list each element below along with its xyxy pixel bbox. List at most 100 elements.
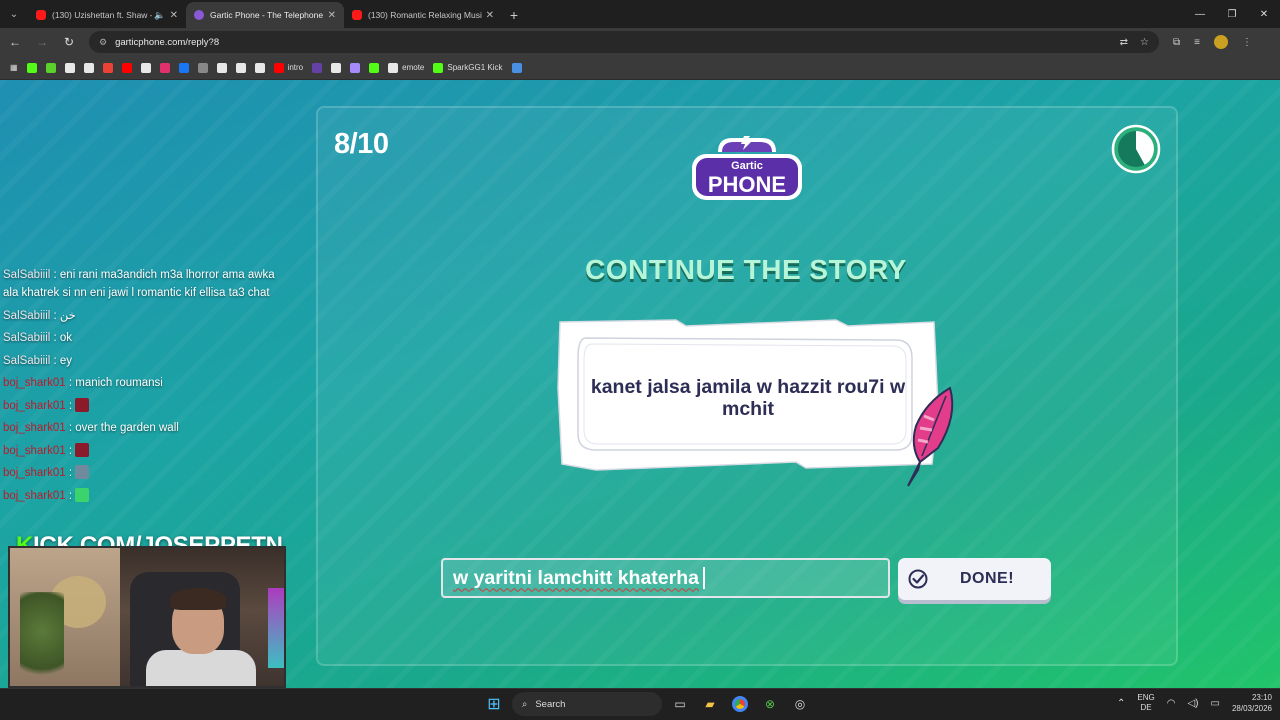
bookmark-item[interactable]: emote	[386, 60, 426, 76]
chat-message: SalSabiiil : خن	[3, 307, 283, 325]
browser-menu-icon[interactable]: ⋮	[1242, 37, 1252, 48]
back-arrow-icon[interactable]: ←	[3, 30, 27, 54]
round-counter: 8/10	[334, 128, 389, 160]
tab-title: Gartic Phone - The Telephone G	[210, 10, 324, 20]
web-page: 8/10 Gartic PHONE CONTINUE THE STORY kan…	[0, 80, 1280, 688]
chat-username: boj_shark01	[3, 489, 66, 502]
bookmark-item[interactable]	[158, 60, 172, 76]
language-bottom: DE	[1140, 703, 1152, 712]
webcam-overlay	[8, 546, 286, 688]
kick-icon	[433, 62, 444, 73]
profile-avatar[interactable]	[1213, 35, 1228, 49]
minimize-icon[interactable]: —	[1184, 0, 1216, 28]
tiktok-icon	[140, 62, 151, 73]
done-button[interactable]: DONE!	[898, 558, 1051, 600]
bookmark-item[interactable]: intro	[272, 60, 306, 76]
bookmark-star-icon[interactable]: ☆	[1140, 37, 1149, 48]
new-tab-button[interactable]: +	[502, 2, 526, 28]
timer-icon	[1111, 124, 1161, 174]
taskbar-search-label: Search	[535, 698, 566, 710]
chat-message: boj_shark01 :	[3, 464, 283, 482]
bookmark-item[interactable]	[63, 60, 77, 76]
bookmark-item[interactable]	[510, 60, 524, 76]
text-caret	[703, 567, 705, 589]
bookmark-item[interactable]	[177, 60, 191, 76]
bookmark-item[interactable]	[310, 60, 324, 76]
taskbar-clock[interactable]: 23:10 28/03/2026	[1232, 692, 1272, 714]
p-icon	[331, 62, 342, 73]
gmail-icon	[102, 62, 113, 73]
tab-search-chevron-icon[interactable]: ⌄	[0, 0, 28, 28]
download-icon	[83, 62, 94, 73]
browser-tab[interactable]: Gartic Phone - The Telephone G ✕	[186, 2, 344, 28]
forward-arrow-icon[interactable]: →	[30, 30, 54, 54]
chat-message: SalSabiiil : ok	[3, 329, 283, 347]
bookmark-item[interactable]	[234, 60, 248, 76]
xbox-icon[interactable]: ⊗	[758, 692, 782, 716]
restore-icon[interactable]: ❐	[1216, 0, 1248, 28]
chat-username: SalSabiiil	[3, 309, 51, 322]
done-button-label: DONE!	[960, 570, 1015, 587]
chat-message: boj_shark01 : over the garden wall	[3, 419, 283, 437]
volume-icon[interactable]: ◁)	[1187, 698, 1198, 709]
close-window-icon[interactable]: ✕	[1248, 0, 1280, 28]
task-view-icon[interactable]: ▭	[668, 692, 692, 716]
tray-chevron-icon[interactable]: ⌃	[1117, 698, 1125, 709]
chat-text: :	[65, 399, 76, 412]
bookmark-item[interactable]	[44, 60, 58, 76]
check-circle-icon	[908, 569, 928, 589]
diamond-icon	[64, 62, 75, 73]
youtube-icon	[352, 10, 362, 20]
bookmark-item[interactable]	[348, 60, 362, 76]
bookmark-item[interactable]: SparkGG1 Kick	[431, 60, 504, 76]
wifi-icon[interactable]: ◠	[1167, 698, 1176, 709]
stream-chat-overlay: SalSabiiil : eni rani ma3andich m3a lhor…	[3, 266, 283, 509]
tab-close-icon[interactable]: ✕	[328, 10, 336, 21]
clock-time: 23:10	[1251, 693, 1272, 702]
reading-list-icon[interactable]: ≡	[1194, 37, 1200, 48]
headline: CONTINUE THE STORY	[585, 254, 907, 285]
chat-message: boj_shark01 :	[3, 397, 283, 415]
chat-username: SalSabiiil	[3, 354, 51, 367]
language-indicator[interactable]: ENG DE	[1137, 693, 1154, 713]
reload-icon[interactable]: ↻	[57, 30, 81, 54]
chat-username: boj_shark01	[3, 444, 66, 457]
extensions-icon[interactable]: ⧉	[1173, 37, 1180, 48]
bookmark-item[interactable]	[253, 60, 267, 76]
chat-message: SalSabiiil : eni rani ma3andich m3a lhor…	[3, 266, 283, 302]
battery-icon[interactable]: ▭	[1211, 698, 1220, 709]
bookmark-item[interactable]	[215, 60, 229, 76]
tab-audio-icon[interactable]: 🔈	[154, 10, 165, 21]
bookmark-label: intro	[287, 63, 304, 72]
url-field[interactable]: ⚙ garticphone.com/reply?8 ⇄ ☆	[89, 31, 1159, 53]
chat-text: :	[65, 444, 76, 457]
language-top: ENG	[1137, 693, 1155, 702]
bookmark-item[interactable]	[25, 60, 39, 76]
story-text: kanet jalsa jamila w hazzit rou7i w mchi…	[590, 376, 906, 420]
browser-tab[interactable]: (130) Uzishettan ft. Shaw - 🔈 ✕	[28, 2, 186, 28]
chat-emote-icon	[75, 397, 90, 412]
tab-title: (130) Uzishettan ft. Shaw -	[52, 10, 153, 20]
bookmark-item[interactable]	[196, 60, 210, 76]
site-info-icon[interactable]: ⚙	[99, 37, 107, 48]
bookmark-item[interactable]	[101, 60, 115, 76]
apps-grid-icon[interactable]: ▦	[8, 60, 20, 76]
bookmark-item[interactable]	[329, 60, 343, 76]
tab-close-icon[interactable]: ✕	[486, 10, 494, 21]
taskbar-search[interactable]: ⌕ Search	[512, 692, 662, 716]
chrome-icon[interactable]	[728, 692, 752, 716]
file-explorer-icon[interactable]: ▰	[698, 692, 722, 716]
obs-icon[interactable]: ◎	[788, 692, 812, 716]
translate-icon[interactable]: ⇄	[1120, 37, 1128, 48]
meta-icon	[511, 62, 522, 73]
chat-message: boj_shark01 :	[3, 442, 283, 460]
tab-close-icon[interactable]: ✕	[170, 10, 178, 21]
browser-tab[interactable]: (130) Romantic Relaxing Music ✕	[344, 2, 502, 28]
windows-start-icon[interactable]: ⊞	[482, 692, 506, 716]
bookmark-item[interactable]	[82, 60, 96, 76]
bookmark-item[interactable]	[120, 60, 134, 76]
bookmark-item[interactable]	[367, 60, 381, 76]
gartic-phone-logo: Gartic PHONE	[692, 136, 802, 200]
bookmark-item[interactable]	[139, 60, 153, 76]
answer-input[interactable]: w yaritni lamchitt khaterha	[441, 558, 890, 598]
